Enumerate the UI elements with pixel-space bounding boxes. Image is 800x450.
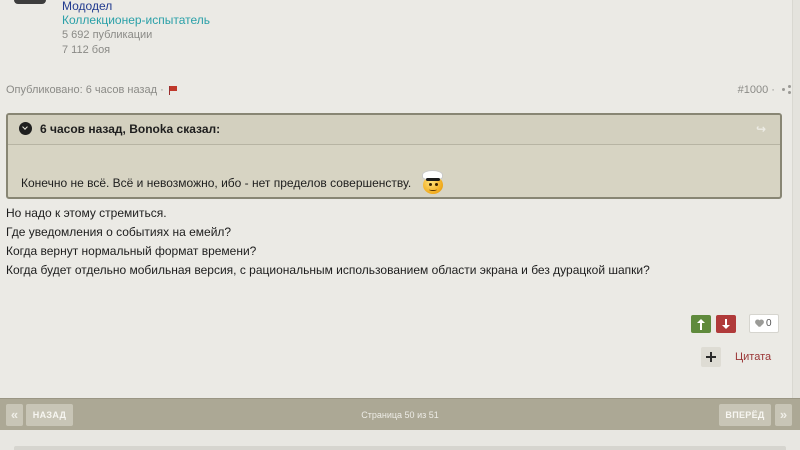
- author-name[interactable]: Мододел: [62, 0, 112, 13]
- post-line: Когда будет отдельно мобильная версия, с…: [6, 263, 650, 277]
- arrow-up-icon: [697, 319, 705, 330]
- post-line: Где уведомления о событиях на емейл?: [6, 225, 232, 239]
- quote-header: 6 часов назад, Bonoka сказал: ↪: [8, 115, 780, 145]
- like-count: 0: [766, 318, 772, 329]
- post-meta-right: #1000 ·: [738, 82, 792, 98]
- published-time: Опубликовано: 6 часов назад ·: [6, 84, 164, 96]
- next-page-button[interactable]: ВПЕРЁД: [719, 404, 771, 426]
- previous-page-button[interactable]: НАЗАД: [26, 404, 73, 426]
- post-content: Но надо к этому стремиться. Где уведомле…: [6, 204, 786, 280]
- footer-panel: [14, 446, 786, 450]
- report-flag-icon[interactable]: [168, 86, 178, 96]
- post-number-link[interactable]: #1000 ·: [738, 84, 775, 96]
- footer-strip: [0, 430, 800, 450]
- upvote-button[interactable]: [691, 315, 711, 333]
- quote-citation: 6 часов назад, Bonoka сказал:: [40, 122, 221, 136]
- page-indicator: Страница 50 из 51: [361, 410, 439, 420]
- collapse-quote-icon[interactable]: [19, 122, 32, 135]
- post-meta: Опубликовано: 6 часов назад · #1000 ·: [6, 82, 792, 98]
- downvote-button[interactable]: [716, 315, 736, 333]
- post-line: Но надо к этому стремиться.: [6, 206, 167, 220]
- pagination-bar: Страница 50 из 51 « НАЗАД ВПЕРЁД »: [0, 398, 800, 430]
- first-page-button[interactable]: «: [6, 404, 23, 426]
- quote-text: Конечно не всё. Всё и невозможно, ибо - …: [21, 176, 412, 191]
- arrow-down-icon: [722, 319, 730, 329]
- avatar[interactable]: [14, 0, 46, 4]
- quote-body: Конечно не всё. Всё и невозможно, ибо - …: [8, 145, 780, 196]
- author-post-count: 5 692 публикации: [62, 29, 153, 41]
- sailor-smiley-icon: [421, 170, 445, 194]
- author-rank: Коллекционер-испытатель: [62, 13, 211, 27]
- heart-icon: [755, 320, 764, 328]
- post-line: Когда вернут нормальный формат времени?: [6, 244, 257, 258]
- like-button[interactable]: 0: [749, 314, 779, 333]
- share-icon[interactable]: [782, 85, 792, 95]
- last-page-button[interactable]: »: [775, 404, 792, 426]
- page-right-edge: [792, 0, 800, 398]
- multiquote-plus-button[interactable]: [701, 347, 721, 367]
- quote-button[interactable]: Цитата: [735, 350, 771, 364]
- quote-block: 6 часов назад, Bonoka сказал: ↪ Конечно …: [6, 113, 782, 199]
- go-to-quoted-post-icon[interactable]: ↪: [756, 123, 768, 135]
- author-battle-count: 7 112 боя: [62, 44, 111, 56]
